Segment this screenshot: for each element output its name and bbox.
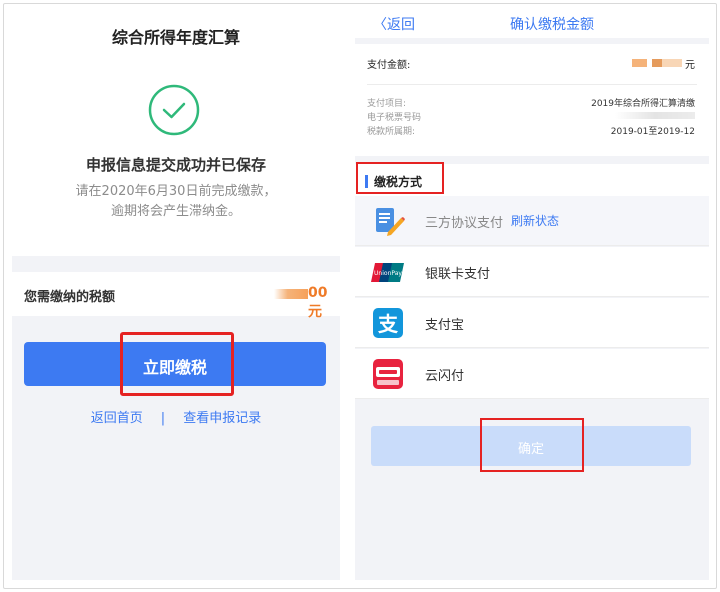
amount-redaction xyxy=(274,289,308,299)
method-quickpass-label: 云闪付 xyxy=(425,369,465,384)
highlight-box-pay xyxy=(120,332,234,396)
svg-text:UnionPay: UnionPay xyxy=(374,270,402,277)
method-unionpay-label: 银联卡支付 xyxy=(425,267,491,282)
tax-amount-row: 您需缴纳的税额 00元 xyxy=(12,272,340,320)
highlight-box-method xyxy=(356,162,444,194)
method-quickpass[interactable]: 云闪付 xyxy=(355,349,709,399)
tax-period-label: 税款所属期: xyxy=(367,127,416,137)
svg-text:支: 支 xyxy=(378,312,399,336)
quickpass-icon xyxy=(373,359,403,389)
nav-title: 确认缴税金额 xyxy=(510,17,594,33)
home-link[interactable]: 返回首页 xyxy=(91,407,143,426)
deadline-line-2: 逾期将会产生滞纳金。 xyxy=(110,204,241,219)
records-link[interactable]: 查看申报记录 xyxy=(183,407,261,426)
success-check-icon xyxy=(148,84,200,136)
row-divider xyxy=(355,347,709,348)
tax-period-value: 2019-01至2019-12 xyxy=(610,127,695,137)
pay-item-label: 支付项目: xyxy=(367,99,407,109)
pay-item-value: 2019年综合所得汇算清缴 xyxy=(591,99,695,109)
success-card: 综合所得年度汇算 申报信息提交成功并已保存 请在2020年6月30日前完成缴款，… xyxy=(12,10,340,256)
method-alipay[interactable]: 支 支付宝 xyxy=(355,298,709,348)
row-divider xyxy=(355,296,709,297)
tax-amount-value: 00元 xyxy=(308,285,328,320)
pay-amount-unit: 元 xyxy=(685,60,695,71)
divider xyxy=(367,84,697,85)
tax-ticket-label: 电子税票号码 xyxy=(367,113,422,123)
row-divider xyxy=(355,398,709,399)
tax-amount-label: 您需缴纳的税额 xyxy=(24,290,116,305)
bottom-links: 返回首页 | 查看申报记录 xyxy=(12,407,340,426)
deadline-line-1: 请在2020年6月30日前完成缴款， xyxy=(75,184,277,199)
payment-info-card: 支付金额: 元 支付项目: 2019年综合所得汇算清缴 电子税票号码 税款所属期… xyxy=(355,44,709,156)
link-separator: | xyxy=(160,411,166,426)
success-headline: 申报信息提交成功并已保存 xyxy=(85,156,266,174)
deadline-notice: 请在2020年6月30日前完成缴款， 逾期将会产生滞纳金。 xyxy=(12,182,340,222)
refresh-status-link[interactable]: 刷新状态 xyxy=(511,212,559,229)
agreement-icon xyxy=(376,208,405,236)
nav-bar: 〈返回 确认缴税金额 xyxy=(355,10,709,38)
pay-amount-label: 支付金额: xyxy=(367,60,411,71)
tax-ticket-redaction xyxy=(615,112,695,119)
highlight-box-confirm xyxy=(480,418,584,472)
method-unionpay[interactable]: UnionPay 银联卡支付 xyxy=(355,247,709,297)
page-title: 综合所得年度汇算 xyxy=(111,28,240,47)
method-agreement[interactable]: 三方协议支付 刷新状态 xyxy=(355,196,709,246)
alipay-icon: 支 xyxy=(373,308,403,338)
unionpay-icon: UnionPay xyxy=(371,263,404,282)
method-agreement-label: 三方协议支付 xyxy=(425,216,504,231)
method-alipay-label: 支付宝 xyxy=(425,318,465,333)
right-phone-screen: 〈返回 确认缴税金额 支付金额: 元 支付项目: 2019年综合所得汇算清缴 电… xyxy=(355,10,709,580)
row-divider xyxy=(355,245,709,246)
pay-amount-redaction xyxy=(632,59,682,67)
left-phone-screen: 综合所得年度汇算 申报信息提交成功并已保存 请在2020年6月30日前完成缴款，… xyxy=(12,10,340,580)
